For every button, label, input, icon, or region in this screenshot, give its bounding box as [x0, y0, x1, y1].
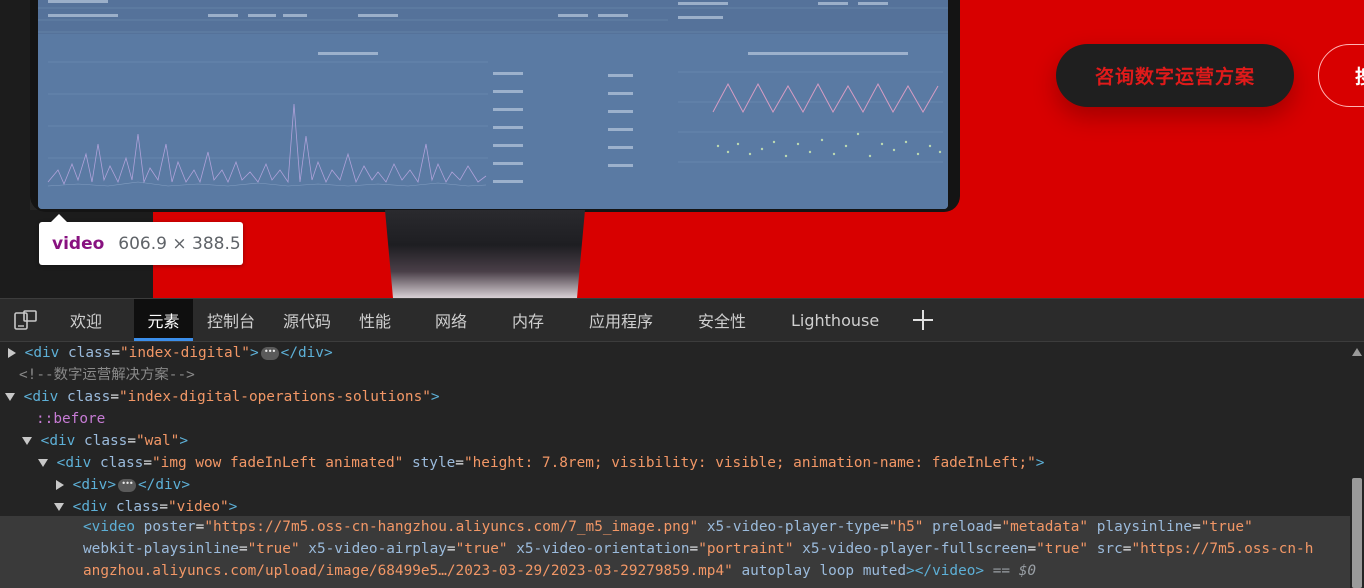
expand-arrow-icon[interactable] — [8, 348, 16, 358]
collapse-arrow-icon[interactable] — [22, 437, 32, 445]
dashboard-screenshot — [38, 0, 948, 209]
tab-lighthouse[interactable]: Lighthouse — [779, 299, 891, 341]
device-emulation-icon[interactable] — [14, 310, 38, 332]
video-element[interactable] — [38, 0, 948, 209]
tab-security[interactable]: 安全性 — [686, 299, 758, 341]
expand-arrow-icon[interactable] — [56, 480, 64, 490]
devtools-tabbar: 欢迎 元素 控制台 源代码 性能 网络 内存 应用程序 安全性 Lighthou… — [0, 298, 1364, 342]
selected-node-marker: == $0 — [992, 563, 1037, 579]
dom-node-div-collapsed[interactable]: <div></div> — [56, 473, 190, 496]
dom-node-video-selected-line2[interactable]: webkit-playsinline="true" x5-video-airpl… — [83, 538, 1313, 560]
collapsed-ellipsis-icon[interactable] — [118, 473, 137, 495]
dom-node-video-selected-line3[interactable]: angzhou.aliyuncs.com/upload/image/68499e… — [83, 560, 1036, 582]
tooltip-tag-name: video — [52, 233, 105, 254]
secondary-button[interactable]: 搜 — [1318, 44, 1364, 107]
dom-scrollbar-thumb[interactable] — [1352, 478, 1362, 588]
tab-performance[interactable]: 性能 — [347, 299, 403, 341]
element-inspect-tooltip: video 606.9 × 388.5 — [39, 214, 243, 265]
collapsed-ellipsis-icon[interactable] — [260, 341, 279, 363]
tab-welcome[interactable]: 欢迎 — [58, 299, 114, 341]
scroll-up-arrow-icon[interactable] — [1352, 348, 1362, 356]
tab-memory[interactable]: 内存 — [500, 299, 556, 341]
consult-digital-operations-button[interactable]: 咨询数字运营方案 — [1056, 44, 1294, 107]
dom-pseudo-before[interactable]: ::before — [36, 408, 105, 430]
collapse-arrow-icon[interactable] — [54, 503, 64, 511]
secondary-button-label: 搜 — [1355, 62, 1364, 89]
dom-node-wal[interactable]: <div class="wal"> — [22, 430, 188, 452]
page-viewport: 咨询数字运营方案 搜 video 606.9 × 388.5 — [0, 0, 1364, 298]
tooltip-dimensions: 606.9 × 388.5 — [118, 233, 241, 254]
dom-tree-panel: <div class="index-digital"></div> <!--数字… — [0, 341, 1364, 588]
dom-node-digital-operations-solutions[interactable]: <div class="index-digital-operations-sol… — [5, 386, 440, 408]
tab-network[interactable]: 网络 — [423, 299, 479, 341]
collapse-arrow-icon[interactable] — [5, 393, 15, 401]
add-tab-plus-icon[interactable] — [910, 307, 936, 333]
tab-application[interactable]: 应用程序 — [577, 299, 665, 341]
tab-elements[interactable]: 元素 — [134, 299, 193, 341]
monitor-stand — [385, 210, 585, 298]
dom-comment[interactable]: <!--数字运营解决方案--> — [19, 364, 195, 386]
collapse-arrow-icon[interactable] — [38, 459, 48, 467]
dom-node-index-digital[interactable]: <div class="index-digital"></div> — [8, 341, 333, 364]
tab-sources[interactable]: 源代码 — [271, 299, 343, 341]
dom-node-video-wrapper[interactable]: <div class="video"> — [54, 496, 237, 518]
dom-node-img[interactable]: <div class="img wow fadeInLeft animated"… — [38, 452, 1044, 474]
dom-node-video-selected[interactable]: <video poster="https://7m5.oss-cn-hangzh… — [83, 516, 1253, 538]
tab-console[interactable]: 控制台 — [195, 299, 267, 341]
